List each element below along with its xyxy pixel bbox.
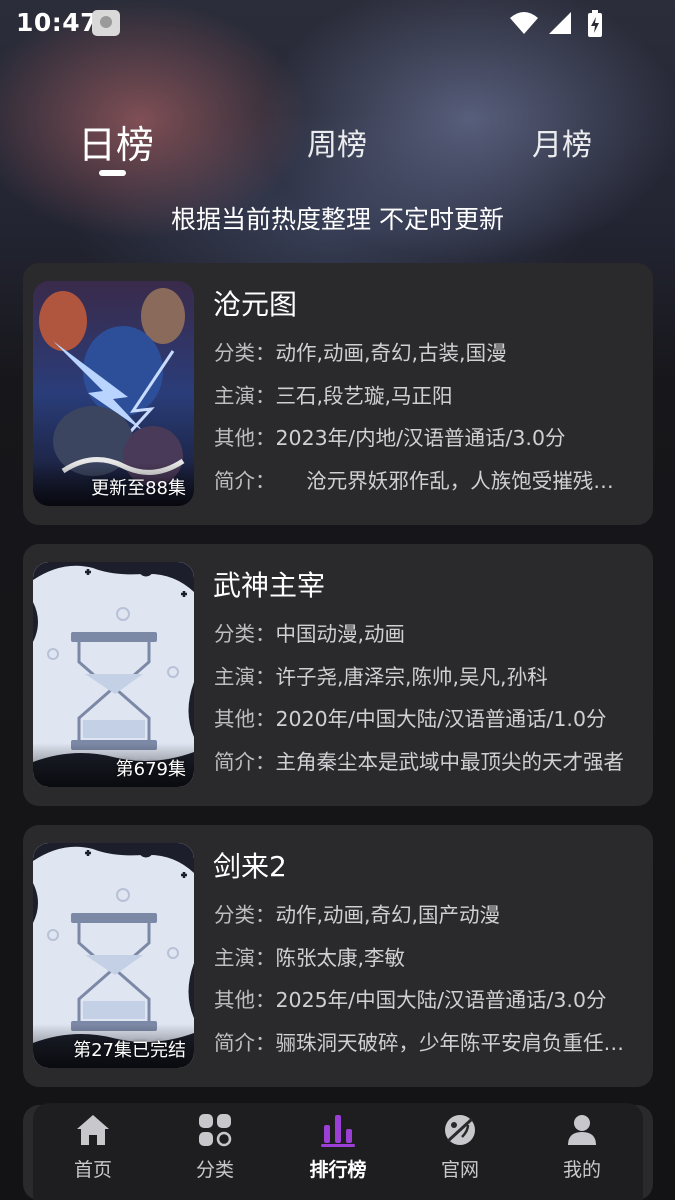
category-value: 中国动漫,动画 bbox=[275, 622, 406, 646]
poster-image[interactable]: 更新至88集 bbox=[33, 281, 194, 506]
item-cast: 主演：许子尧,唐泽宗,陈帅,吴凡,孙科 bbox=[214, 660, 634, 690]
intro-value: 沧元界妖邪作乱，人族饱受摧残，人族少年 bbox=[306, 469, 634, 493]
home-icon bbox=[77, 1115, 109, 1145]
nav-profile[interactable]: 我的 bbox=[532, 1113, 632, 1182]
category-icon bbox=[199, 1114, 232, 1147]
other-label: 其他： bbox=[214, 988, 276, 1012]
intro-label: 简介： bbox=[214, 469, 266, 493]
category-value: 动作,动画,奇幻,国产动漫 bbox=[275, 903, 501, 927]
item-intro: 简介：主角秦尘本是武域中最顶尖的天才强者 bbox=[214, 745, 634, 775]
other-value: 2023年/内地/汉语普通话/3.0分 bbox=[275, 426, 566, 450]
cast-value: 陈张太康,李敏 bbox=[275, 946, 406, 970]
wifi-icon bbox=[510, 12, 538, 34]
nav-label: 我的 bbox=[562, 1159, 601, 1181]
item-cast: 主演：三石,段艺璇,马正阳 bbox=[214, 379, 634, 409]
website-icon bbox=[445, 1115, 475, 1145]
battery-icon bbox=[588, 10, 602, 37]
nav-label: 首页 bbox=[73, 1159, 112, 1181]
item-other: 其他：2025年/中国大陆/汉语普通话/3.0分 bbox=[214, 983, 634, 1013]
tab-daily[interactable]: 日榜 bbox=[78, 114, 154, 169]
cast-label: 主演： bbox=[214, 384, 276, 408]
ranking-card[interactable]: 第27集已完结 剑来2 分类：动作,动画,奇幻,国产动漫 主演：陈张太康,李敏 … bbox=[23, 825, 653, 1087]
ranking-icon bbox=[321, 1115, 355, 1147]
item-category: 分类：动作,动画,奇幻,古装,国漫 bbox=[214, 336, 634, 366]
status-time: 10:47 bbox=[16, 8, 99, 37]
item-intro: 简介：骊珠洞天破碎，少年陈平安肩负重任踏上旅途 bbox=[214, 1026, 634, 1056]
category-label: 分类： bbox=[214, 341, 276, 365]
item-title[interactable]: 剑来2 bbox=[213, 845, 287, 885]
nav-label: 排行榜 bbox=[309, 1159, 367, 1181]
ranking-subtitle: 根据当前热度整理 不定时更新 bbox=[171, 205, 504, 234]
item-other: 其他：2020年/中国大陆/汉语普通话/1.0分 bbox=[214, 702, 634, 732]
episode-badge: 第679集 bbox=[115, 759, 186, 780]
tab-monthly[interactable]: 月榜 bbox=[532, 120, 592, 164]
item-cast: 主演：陈张太康,李敏 bbox=[214, 941, 634, 971]
intro-label: 简介： bbox=[214, 1031, 276, 1055]
intro-value: 骊珠洞天破碎，少年陈平安肩负重任踏上旅途 bbox=[275, 1031, 635, 1055]
poster-placeholder[interactable]: 第27集已完结 bbox=[33, 843, 194, 1068]
category-label: 分类： bbox=[214, 903, 276, 927]
ranking-card[interactable]: 更新至88集 沧元图 分类：动作,动画,奇幻,古装,国漫 主演：三石,段艺璇,马… bbox=[23, 263, 653, 525]
item-category: 分类：中国动漫,动画 bbox=[214, 617, 634, 647]
poster-placeholder[interactable]: 第679集 bbox=[33, 562, 194, 787]
status-icons bbox=[509, 10, 619, 37]
cast-label: 主演： bbox=[214, 946, 276, 970]
item-title[interactable]: 沧元图 bbox=[213, 283, 297, 323]
nav-ranking[interactable]: 排行榜 bbox=[288, 1113, 388, 1182]
nav-home[interactable]: 首页 bbox=[43, 1113, 143, 1182]
status-bar: 10:47 bbox=[0, 0, 675, 46]
intro-value: 主角秦尘本是武域中最顶尖的天才强者 bbox=[275, 750, 625, 774]
category-label: 分类： bbox=[214, 622, 276, 646]
tab-indicator bbox=[99, 170, 126, 176]
intro-label: 简介： bbox=[214, 750, 276, 774]
episode-badge: 更新至88集 bbox=[91, 478, 186, 499]
item-title[interactable]: 武神主宰 bbox=[213, 564, 325, 604]
nav-label: 官网 bbox=[440, 1159, 479, 1181]
episode-badge: 第27集已完结 bbox=[73, 1040, 186, 1061]
cast-label: 主演： bbox=[214, 665, 276, 689]
cast-value: 许子尧,唐泽宗,陈帅,吴凡,孙科 bbox=[275, 665, 548, 689]
tab-weekly[interactable]: 周榜 bbox=[307, 120, 367, 164]
item-category: 分类：动作,动画,奇幻,国产动漫 bbox=[214, 898, 634, 928]
nav-category[interactable]: 分类 bbox=[165, 1113, 265, 1182]
ranking-card[interactable]: 第679集 武神主宰 分类：中国动漫,动画 主演：许子尧,唐泽宗,陈帅,吴凡,孙… bbox=[23, 544, 653, 806]
cast-value: 三石,段艺璇,马正阳 bbox=[275, 384, 453, 408]
item-other: 其他：2023年/内地/汉语普通话/3.0分 bbox=[214, 421, 634, 451]
nav-website[interactable]: 官网 bbox=[410, 1113, 510, 1182]
bottom-nav: 首页 分类 排行榜 官网 我的 bbox=[33, 1103, 643, 1200]
signal-icon bbox=[549, 12, 571, 34]
other-value: 2020年/中国大陆/汉语普通话/1.0分 bbox=[275, 707, 607, 731]
profile-icon bbox=[568, 1115, 596, 1145]
item-intro: 简介： 沧元界妖邪作乱，人族饱受摧残，人族少年 bbox=[214, 464, 634, 494]
other-label: 其他： bbox=[214, 707, 276, 731]
other-label: 其他： bbox=[214, 426, 276, 450]
nav-label: 分类 bbox=[195, 1159, 234, 1181]
other-value: 2025年/中国大陆/汉语普通话/3.0分 bbox=[275, 988, 607, 1012]
app-notification-icon bbox=[92, 10, 120, 36]
category-value: 动作,动画,奇幻,古装,国漫 bbox=[275, 341, 507, 365]
